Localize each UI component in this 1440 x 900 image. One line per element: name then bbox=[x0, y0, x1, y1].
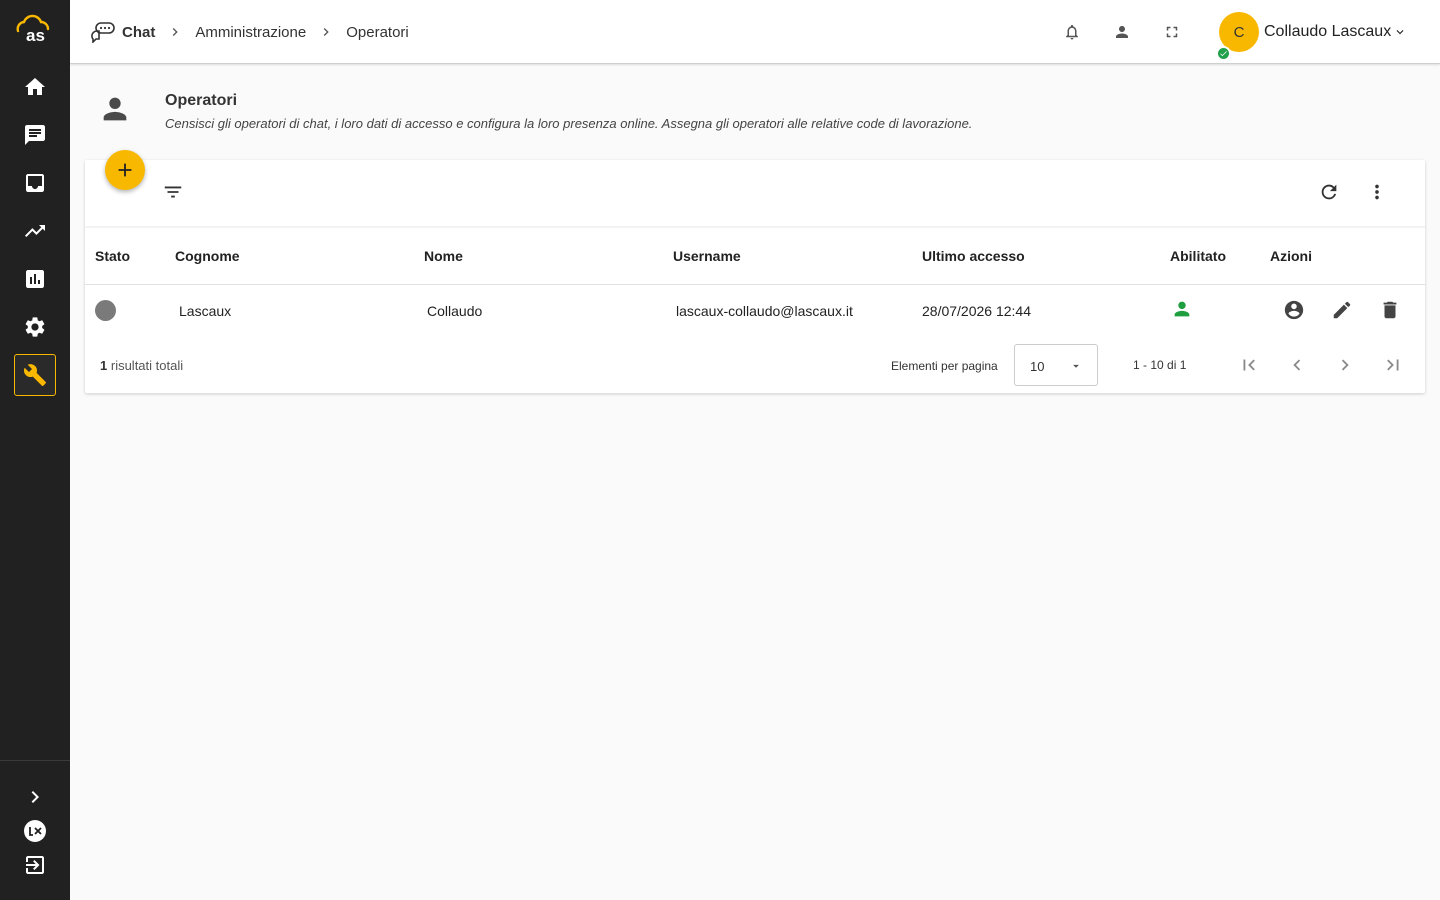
page-person-icon bbox=[98, 92, 132, 126]
next-page-button[interactable] bbox=[1334, 354, 1356, 376]
filter-button[interactable] bbox=[161, 180, 185, 204]
logout-button[interactable] bbox=[23, 853, 47, 877]
status-indicator bbox=[95, 300, 116, 321]
sidebar-divider bbox=[0, 760, 70, 761]
toolbar-divider bbox=[85, 226, 1425, 228]
column-header-nome[interactable]: Nome bbox=[424, 248, 463, 264]
per-page-select[interactable]: 10 bbox=[1014, 344, 1098, 386]
edit-button[interactable] bbox=[1331, 299, 1353, 321]
chevron-right-icon bbox=[1341, 359, 1349, 371]
column-header-cognome[interactable]: Cognome bbox=[175, 248, 240, 264]
total-label: risultati totali bbox=[110, 358, 184, 373]
lx-brand-icon bbox=[24, 820, 46, 842]
column-header-username[interactable]: Username bbox=[673, 248, 741, 264]
sidebar-item-admin[interactable] bbox=[14, 354, 56, 396]
cell-nome: Collaudo bbox=[427, 303, 483, 319]
online-status-badge bbox=[1216, 46, 1231, 61]
breadcrumb-amministrazione[interactable]: Amministrazione bbox=[195, 24, 306, 41]
more-vert-icon bbox=[1375, 184, 1379, 200]
bar-chart-icon bbox=[26, 270, 44, 288]
home-icon bbox=[25, 78, 45, 95]
total-count: 1 bbox=[100, 358, 108, 373]
app-logo[interactable]: as bbox=[12, 14, 54, 45]
person-enabled-icon bbox=[1171, 298, 1193, 320]
first-page-icon bbox=[1243, 359, 1255, 371]
cell-ultimo-accesso: 28/07/2026 12:44 bbox=[922, 303, 1031, 319]
breadcrumb-operatori: Operatori bbox=[346, 23, 409, 41]
filter-icon bbox=[164, 186, 182, 198]
plus-icon bbox=[118, 163, 132, 177]
sidebar-item-inbox[interactable] bbox=[14, 162, 56, 204]
notifications-button[interactable] bbox=[1062, 22, 1082, 42]
previous-page-button[interactable] bbox=[1286, 354, 1308, 376]
gear-icon bbox=[25, 317, 45, 337]
cell-username: lascaux-collaudo@lascaux.it bbox=[676, 303, 853, 319]
delete-button[interactable] bbox=[1379, 299, 1401, 321]
per-page-value: 10 bbox=[1030, 359, 1045, 374]
column-header-abilitato[interactable]: Abilitato bbox=[1170, 248, 1226, 264]
sidebar-item-home[interactable] bbox=[14, 66, 56, 108]
column-header-azioni: Azioni bbox=[1270, 248, 1312, 264]
sidebar-item-reports[interactable] bbox=[14, 258, 56, 300]
trending-up-icon bbox=[25, 225, 45, 237]
user-name: Collaudo Lascaux bbox=[1264, 23, 1392, 40]
breadcrumb-chat[interactable]: Chat bbox=[122, 24, 155, 41]
breadcrumb: Chat Amministrazione Operatori bbox=[90, 0, 409, 64]
fullscreen-button[interactable] bbox=[1162, 22, 1182, 42]
lx-brand-button[interactable] bbox=[23, 819, 47, 843]
chevron-right-icon bbox=[173, 28, 179, 36]
operators-table-card: Stato Cognome Nome Username Ultimo acces… bbox=[85, 160, 1425, 393]
view-account-button[interactable] bbox=[1283, 299, 1305, 321]
header-divider bbox=[85, 284, 1425, 285]
expand-sidebar-button[interactable] bbox=[23, 785, 47, 809]
dropdown-arrow-icon bbox=[1073, 364, 1079, 368]
page-description: Censisci gli operatori di chat, i loro d… bbox=[165, 116, 973, 131]
person-icon bbox=[1116, 26, 1128, 38]
profile-button[interactable] bbox=[1112, 22, 1132, 42]
last-page-icon bbox=[1387, 359, 1399, 371]
chat-bubbles-icon bbox=[91, 22, 115, 43]
edit-icon bbox=[1333, 301, 1351, 319]
column-header-stato[interactable]: Stato bbox=[95, 248, 130, 264]
sidebar-item-chat[interactable] bbox=[14, 114, 56, 156]
check-icon bbox=[1220, 51, 1227, 57]
add-operator-button[interactable] bbox=[105, 150, 145, 190]
account-circle-icon bbox=[1284, 300, 1304, 320]
chat-icon bbox=[25, 125, 45, 145]
chevron-left-icon bbox=[1293, 359, 1301, 371]
sidebar: as bbox=[0, 0, 70, 900]
sidebar-item-settings[interactable] bbox=[14, 306, 56, 348]
page-range: 1 - 10 di 1 bbox=[1133, 358, 1187, 372]
last-page-button[interactable] bbox=[1382, 354, 1404, 376]
refresh-icon bbox=[1321, 184, 1337, 200]
column-header-ultimo-accesso[interactable]: Ultimo accesso bbox=[922, 248, 1025, 264]
cell-cognome: Lascaux bbox=[179, 303, 232, 319]
top-header: Chat Amministrazione Operatori C Collaud… bbox=[70, 0, 1440, 64]
user-menu[interactable]: Collaudo Lascaux bbox=[1264, 0, 1407, 64]
bell-icon bbox=[1066, 24, 1078, 40]
chevron-right-icon bbox=[323, 28, 329, 36]
total-results: 1 risultati totali bbox=[100, 358, 183, 373]
delete-icon bbox=[1383, 301, 1397, 319]
refresh-button[interactable] bbox=[1317, 180, 1341, 204]
svg-text:as: as bbox=[26, 26, 45, 44]
first-page-button[interactable] bbox=[1238, 354, 1260, 376]
chevron-right-icon bbox=[31, 791, 39, 803]
more-options-button[interactable] bbox=[1365, 180, 1389, 204]
chevron-down-icon bbox=[1396, 30, 1404, 35]
logout-icon bbox=[26, 856, 44, 874]
sidebar-item-trending[interactable] bbox=[14, 210, 56, 252]
wrench-icon bbox=[23, 364, 46, 386]
per-page-label: Elementi per pagina bbox=[891, 359, 998, 373]
fullscreen-icon bbox=[1166, 26, 1178, 38]
page-title: Operatori bbox=[165, 92, 238, 109]
inbox-icon bbox=[26, 174, 44, 192]
